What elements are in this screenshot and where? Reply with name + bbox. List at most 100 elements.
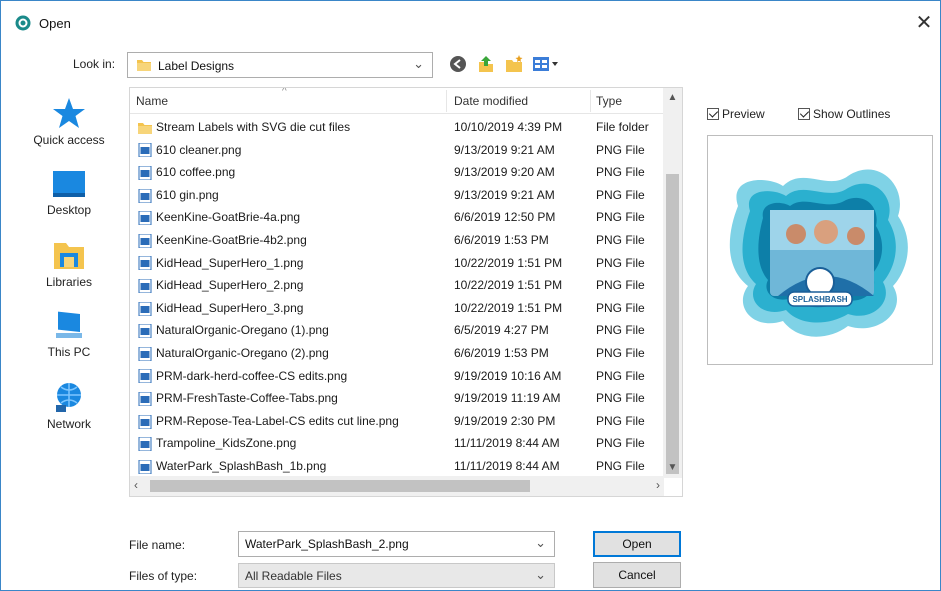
png-file-icon xyxy=(138,166,152,181)
window-title: Open xyxy=(39,16,71,31)
file-name-cell: KeenKine-GoatBrie-4a.png xyxy=(138,206,448,229)
up-folder-icon[interactable] xyxy=(476,53,496,75)
file-name-text: PRM-Repose-Tea-Label-CS edits cut line.p… xyxy=(156,413,399,428)
png-file-icon xyxy=(138,278,152,293)
checkbox-checked-icon xyxy=(707,108,719,120)
new-folder-icon[interactable] xyxy=(504,53,524,75)
file-row[interactable]: NaturalOrganic-Oregano (1).png 6/5/2019 4… xyxy=(130,319,664,342)
chevron-down-icon[interactable]: ⌄ xyxy=(535,567,546,583)
scroll-right-icon[interactable]: › xyxy=(656,478,660,492)
file-name-cell: Stream Labels with SVG die cut files xyxy=(138,116,448,139)
place-quick-access[interactable]: Quick access xyxy=(15,97,123,147)
look-in-label: Look in: xyxy=(73,57,116,71)
horizontal-scroll-thumb[interactable] xyxy=(150,480,530,492)
file-date-cell: 9/13/2019 9:21 AM xyxy=(454,142,555,157)
file-name-text: KidHead_SuperHero_2.png xyxy=(156,278,304,293)
png-file-icon xyxy=(138,437,152,452)
column-name-header[interactable]: Name xyxy=(130,88,168,114)
preview-badge-text: SPLASHBASH xyxy=(792,295,847,304)
file-row[interactable]: WaterPark_SplashBash_1b.png 11/11/2019 8:… xyxy=(130,455,664,478)
place-network[interactable]: Network xyxy=(15,381,123,431)
place-label: Libraries xyxy=(45,275,93,289)
open-dialog: Open ✕ Look in: Label Designs ⌄ Quick ac… xyxy=(0,0,941,591)
file-name-cell: PRM-FreshTaste-Coffee-Tabs.png xyxy=(138,387,448,410)
open-button[interactable]: Open xyxy=(593,531,681,557)
file-name-cell: PRM-dark-herd-coffee-CS edits.png xyxy=(138,365,448,388)
scroll-up-icon[interactable]: ▲ xyxy=(663,92,682,103)
preview-image: SPLASHBASH xyxy=(729,169,908,337)
file-type-cell: PNG File xyxy=(596,323,645,338)
file-type-cell: PNG File xyxy=(596,345,645,360)
file-list[interactable]: ^ Name Date modified Type Stream Labels … xyxy=(129,87,683,497)
files-of-type-select[interactable]: All Readable Files ⌄ xyxy=(238,563,555,588)
network-icon xyxy=(56,383,81,412)
chevron-down-icon: ⌄ xyxy=(413,56,424,71)
file-row[interactable]: 610 gin.png 9/13/2019 9:21 AM PNG File xyxy=(130,184,664,207)
file-name-text: 610 gin.png xyxy=(156,187,219,202)
png-file-icon xyxy=(138,143,152,158)
file-date-cell: 10/10/2019 4:39 PM xyxy=(454,120,563,134)
file-name-cell: WaterPark_SplashBash_1b.png xyxy=(138,455,448,478)
file-date-cell: 10/22/2019 1:51 PM xyxy=(454,300,563,315)
file-name-text: NaturalOrganic-Oregano (2).png xyxy=(156,345,329,360)
computer-icon xyxy=(56,311,82,338)
file-name-text: PRM-FreshTaste-Coffee-Tabs.png xyxy=(156,391,338,406)
file-row[interactable]: KidHead_SuperHero_1.png 10/22/2019 1:51 P… xyxy=(130,252,664,275)
file-row[interactable]: PRM-FreshTaste-Coffee-Tabs.png 9/19/2019 … xyxy=(130,387,664,410)
file-date-cell: 9/13/2019 9:21 AM xyxy=(454,187,555,202)
file-type-cell: File folder xyxy=(596,120,649,134)
look-in-dropdown[interactable]: Label Designs ⌄ xyxy=(127,52,433,78)
horizontal-scrollbar[interactable]: ‹ › xyxy=(130,476,664,496)
place-this-pc[interactable]: This PC xyxy=(15,309,123,359)
file-name-cell: KidHead_SuperHero_1.png xyxy=(138,252,448,275)
file-row[interactable]: PRM-Repose-Tea-Label-CS edits cut line.p… xyxy=(130,410,664,433)
file-type-cell: PNG File xyxy=(596,187,645,202)
scroll-down-icon[interactable]: ▼ xyxy=(663,462,682,473)
file-row[interactable]: KidHead_SuperHero_3.png 10/22/2019 1:51 P… xyxy=(130,297,664,320)
file-date-cell: 6/6/2019 12:50 PM xyxy=(454,210,556,225)
file-type-cell: PNG File xyxy=(596,300,645,315)
place-libraries[interactable]: Libraries xyxy=(15,239,123,289)
file-row[interactable]: 610 cleaner.png 9/13/2019 9:21 AM PNG File xyxy=(130,139,664,162)
file-name-cell: KeenKine-GoatBrie-4b2.png xyxy=(138,229,448,252)
vertical-scroll-thumb[interactable] xyxy=(666,174,679,474)
file-row[interactable]: PRM-dark-herd-coffee-CS edits.png 9/19/20… xyxy=(130,365,664,388)
column-type-header[interactable]: Type xyxy=(590,88,622,114)
file-row[interactable]: KeenKine-GoatBrie-4a.png 6/6/2019 12:50 P… xyxy=(130,206,664,229)
show-outlines-checkbox[interactable]: Show Outlines xyxy=(798,107,890,121)
view-menu-icon[interactable] xyxy=(531,53,561,75)
file-name-text: 610 cleaner.png xyxy=(156,142,242,157)
folder-icon xyxy=(138,122,152,134)
app-icon xyxy=(15,15,31,31)
file-type-cell: PNG File xyxy=(596,232,645,247)
png-file-icon xyxy=(138,324,152,339)
file-date-cell: 11/11/2019 8:44 AM xyxy=(454,458,560,473)
close-icon[interactable]: ✕ xyxy=(910,10,938,38)
file-name-cell: KidHead_SuperHero_2.png xyxy=(138,274,448,297)
file-row[interactable]: NaturalOrganic-Oregano (2).png 6/6/2019 1… xyxy=(130,342,664,365)
file-name-cell: 610 cleaner.png xyxy=(138,139,448,162)
file-row[interactable]: 610 coffee.png 9/13/2019 9:20 AM PNG File xyxy=(130,161,664,184)
file-row[interactable]: Stream Labels with SVG die cut files 10/1… xyxy=(130,116,664,139)
scroll-left-icon[interactable]: ‹ xyxy=(134,478,138,492)
file-name-text: NaturalOrganic-Oregano (1).png xyxy=(156,323,329,338)
files-of-type-value: All Readable Files xyxy=(245,569,342,583)
place-desktop[interactable]: Desktop xyxy=(15,169,123,217)
file-date-cell: 9/19/2019 11:19 AM xyxy=(454,391,561,406)
png-file-icon xyxy=(138,188,152,203)
folder-icon xyxy=(137,60,151,71)
chevron-down-icon[interactable]: ⌄ xyxy=(535,535,546,551)
file-type-cell: PNG File xyxy=(596,391,645,406)
preview-checkbox[interactable]: Preview xyxy=(707,107,765,121)
file-row[interactable]: Trampoline_KidsZone.png 11/11/2019 8:44 A… xyxy=(130,432,664,455)
cancel-button[interactable]: Cancel xyxy=(593,562,681,588)
file-name-text: Trampoline_KidsZone.png xyxy=(156,436,297,451)
file-row[interactable]: KeenKine-GoatBrie-4b2.png 6/6/2019 1:53 P… xyxy=(130,229,664,252)
file-row[interactable]: KidHead_SuperHero_2.png 10/22/2019 1:51 P… xyxy=(130,274,664,297)
file-date-cell: 10/22/2019 1:51 PM xyxy=(454,278,563,293)
file-name-label: File name: xyxy=(129,538,186,552)
back-icon[interactable] xyxy=(448,53,468,75)
file-name-input[interactable]: WaterPark_SplashBash_2.png ⌄ xyxy=(238,531,555,557)
vertical-scrollbar[interactable]: ▲ ▼ xyxy=(663,88,682,478)
column-date-header[interactable]: Date modified xyxy=(448,88,528,114)
